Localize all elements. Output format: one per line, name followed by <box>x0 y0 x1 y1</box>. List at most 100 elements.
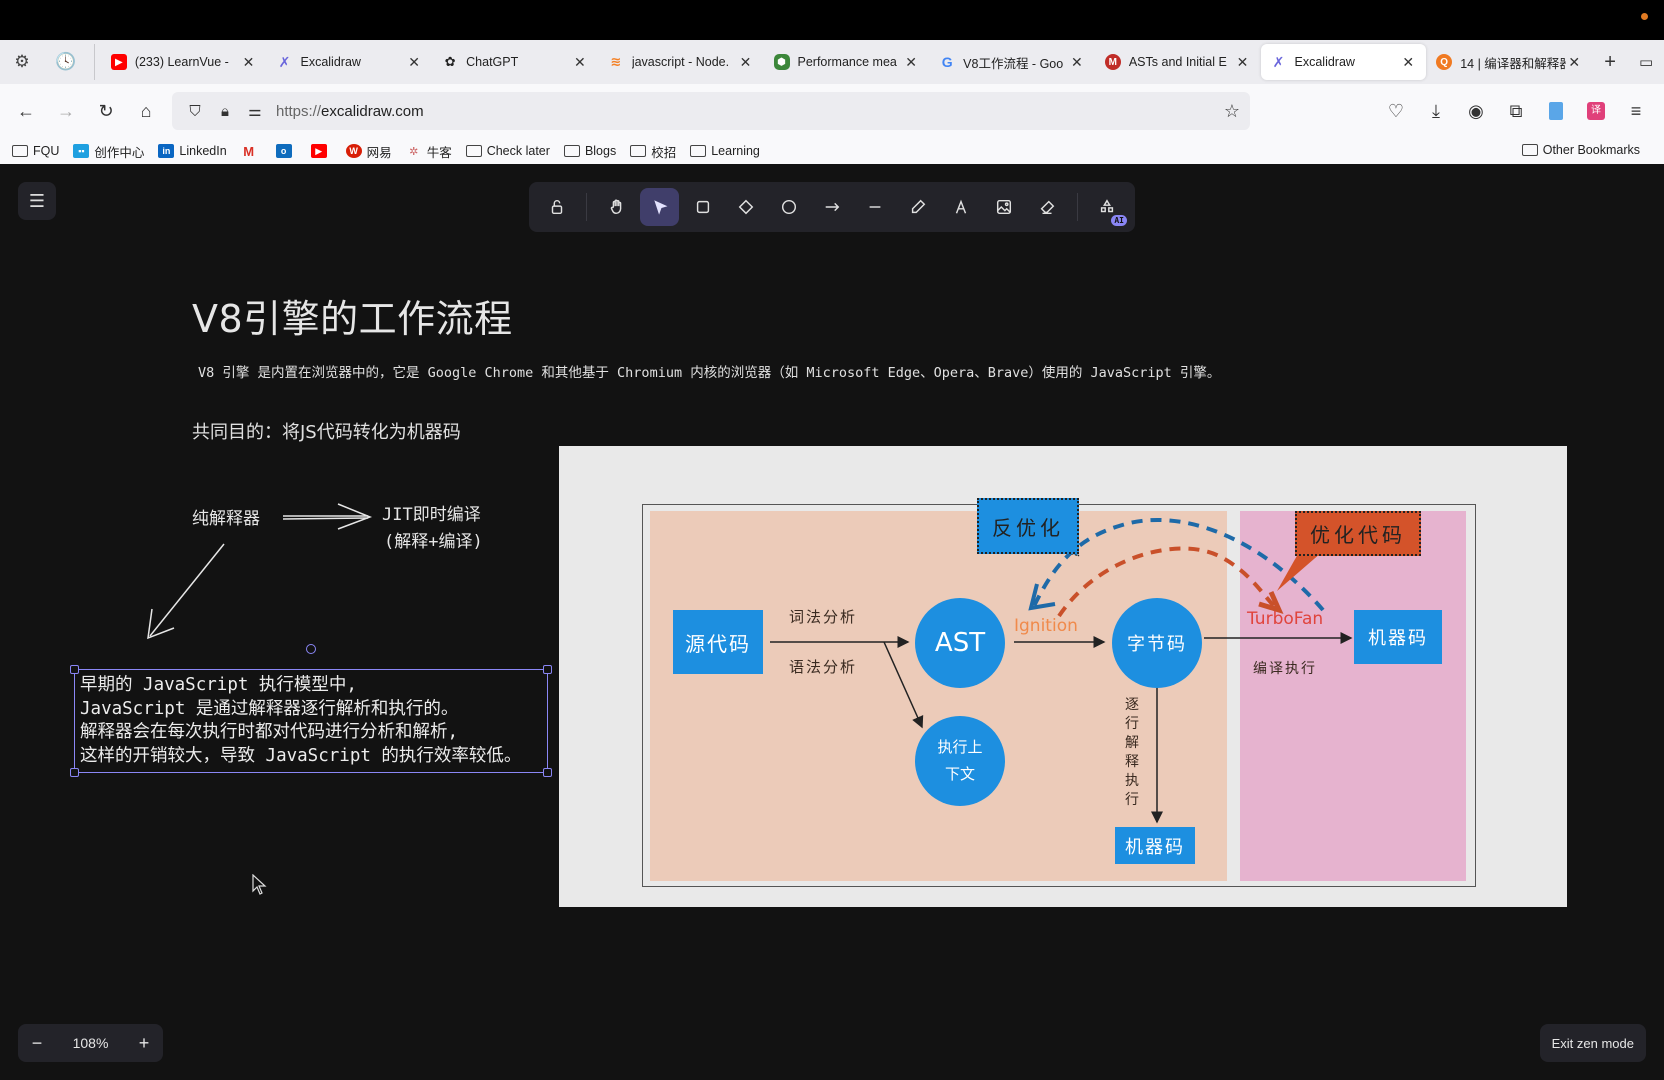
excalidraw-canvas[interactable]: ☰ AI V8引擎的工作流程 V8 引擎 是内置在浏览器中的，它是 Google… <box>0 164 1664 1080</box>
bookmark-creator-center[interactable]: ▪▪ 创作中心 <box>73 142 144 161</box>
url-scheme: https:// <box>276 102 322 120</box>
tab-frontend-masters[interactable]: M ASTs and Initial E ✕ <box>1095 44 1261 80</box>
bookmark-outlook[interactable]: o <box>275 144 297 158</box>
jit-line-1: JIT即时编译 <box>382 505 481 525</box>
bookmark-campus-recruit[interactable]: 校招 <box>630 142 676 161</box>
bookmark-label: 网易 <box>366 145 392 160</box>
tab-chatgpt[interactable]: ✿ ChatGPT ✕ <box>432 44 598 80</box>
zoom-level[interactable]: 108% <box>56 1035 125 1051</box>
tab-label: Excalidraw <box>1294 55 1355 69</box>
resize-handle-se[interactable] <box>543 768 552 777</box>
bookmark-nowcoder[interactable]: ✲ 牛客 <box>406 142 452 161</box>
more-tools-button[interactable]: AI <box>1088 188 1127 226</box>
selection-tool[interactable] <box>640 188 680 226</box>
tab-stackoverflow[interactable]: ≋ javascript - Node. ✕ <box>598 44 764 80</box>
close-tab-icon[interactable]: ✕ <box>406 54 422 71</box>
vchar: 逐 <box>1125 697 1139 713</box>
line-tool[interactable] <box>856 188 895 226</box>
bookmark-learning[interactable]: Learning <box>690 144 760 158</box>
canvas-goal-text[interactable]: 共同目的：将JS代码转化为机器码 <box>192 418 461 444</box>
canvas-title[interactable]: V8引擎的工作流程 <box>192 288 513 343</box>
close-tab-icon[interactable]: ✕ <box>1235 54 1251 71</box>
toolbar-separator <box>1076 193 1078 221</box>
settings-icon[interactable]: ⚙ <box>0 40 44 84</box>
close-tab-icon[interactable]: ✕ <box>1400 54 1416 71</box>
pure-interpreter-label[interactable]: 纯解释器 <box>192 504 260 529</box>
ellipse-tool[interactable] <box>769 188 808 226</box>
bookmark-linkedin[interactable]: in LinkedIn <box>158 144 227 158</box>
tab-excalidraw-active[interactable]: ✗ Excalidraw ✕ <box>1260 44 1427 80</box>
bookmark-star-icon[interactable]: ☆ <box>1224 101 1240 122</box>
diamond-tool[interactable] <box>726 188 765 226</box>
canvas-subtitle[interactable]: V8 引擎 是内置在浏览器中的，它是 Google Chrome 和其他基于 C… <box>198 361 1220 381</box>
address-bar[interactable]: ⛉ 🔒︎ ⚌ https://excalidraw.com ☆ <box>172 92 1250 130</box>
lock-icon[interactable]: 🔒︎ <box>210 103 240 120</box>
resize-handle-nw[interactable] <box>70 665 79 674</box>
status-dot <box>1641 13 1648 20</box>
account-icon[interactable]: ◉ <box>1456 91 1496 131</box>
bookmark-check-later[interactable]: Check later <box>465 144 550 158</box>
source-code-box: 源代码 <box>673 610 763 674</box>
history-icon[interactable]: 🕓 <box>44 40 88 84</box>
toolbar-separator <box>586 193 588 221</box>
exec-context-line-1: 执行上 <box>937 738 983 756</box>
bookmark-blogs[interactable]: Blogs <box>563 144 616 158</box>
deopt-callout: 反优化 <box>977 498 1079 554</box>
shield-icon[interactable]: ⛉ <box>180 103 210 120</box>
turbofan-label: TurboFan <box>1247 609 1324 629</box>
downloads-icon[interactable]: ⤓ <box>1416 91 1456 131</box>
close-tab-icon[interactable]: ✕ <box>572 54 588 71</box>
frontend-masters-icon: M <box>1104 54 1121 70</box>
zoom-out-button[interactable]: − <box>18 1033 56 1054</box>
exit-zen-mode-button[interactable]: Exit zen mode <box>1539 1024 1646 1062</box>
nodejs-icon: ⬢ <box>773 54 790 70</box>
tab-nodejs[interactable]: ⬢ Performance mea ✕ <box>764 44 930 80</box>
text-tool[interactable] <box>942 188 981 226</box>
zoom-in-button[interactable]: + <box>125 1033 163 1054</box>
rectangle-tool[interactable] <box>683 188 722 226</box>
tab-excalidraw-1[interactable]: ✗ Excalidraw ✕ <box>266 44 432 80</box>
arrow-tool[interactable] <box>812 188 851 226</box>
app-menu-icon[interactable]: ≡ <box>1616 91 1656 131</box>
resize-handle-ne[interactable] <box>543 665 552 674</box>
extensions-icon[interactable]: ⧉ <box>1496 91 1536 131</box>
tab-google[interactable]: G V8工作流程 - Goo ✕ <box>929 44 1095 80</box>
tab-list-icon[interactable]: ▭ <box>1628 53 1664 71</box>
jit-label[interactable]: JIT即时编译 (解释+编译) <box>382 502 483 556</box>
lock-tool[interactable] <box>537 188 576 226</box>
close-tab-icon[interactable]: ✕ <box>1566 54 1582 71</box>
tab-geektime[interactable]: Q 14 | 编译器和解释器 ✕ <box>1426 44 1592 80</box>
url-text[interactable]: https://excalidraw.com <box>276 103 424 120</box>
reload-button[interactable]: ↻ <box>86 91 126 131</box>
text-line: 解释器会在每次执行时都对代码进行分析和解析, <box>80 722 459 742</box>
system-top-bar <box>0 0 1664 40</box>
eraser-tool[interactable] <box>1028 188 1067 226</box>
bookmark-youtube[interactable]: ▶ <box>310 144 332 158</box>
bookmark-netease[interactable]: W 网易 <box>345 142 392 161</box>
forward-button[interactable]: → <box>46 91 86 131</box>
bookmark-fqu[interactable]: FQU <box>12 144 59 158</box>
document-extension-icon[interactable] <box>1536 91 1576 131</box>
home-button[interactable]: ⌂ <box>126 91 166 131</box>
v8-pipeline-image[interactable]: 源代码 词法分析 语法分析 AST 执行上 下文 Ignition 字节码 逐 … <box>559 446 1567 907</box>
close-tab-icon[interactable]: ✕ <box>240 54 256 71</box>
draw-tool[interactable] <box>899 188 938 226</box>
zoom-controls: − 108% + <box>18 1024 163 1062</box>
resize-handle-sw[interactable] <box>70 768 79 777</box>
other-bookmarks[interactable]: Other Bookmarks <box>1521 143 1640 157</box>
hand-tool[interactable] <box>597 188 636 226</box>
pocket-icon[interactable]: ♡ <box>1376 91 1416 131</box>
main-menu-button[interactable]: ☰ <box>18 182 56 220</box>
back-button[interactable]: ← <box>6 91 46 131</box>
image-tool[interactable] <box>985 188 1024 226</box>
permissions-icon[interactable]: ⚌ <box>240 102 270 120</box>
translate-extension-icon[interactable]: 译 <box>1576 91 1616 131</box>
close-tab-icon[interactable]: ✕ <box>903 54 919 71</box>
close-tab-icon[interactable]: ✕ <box>738 54 754 71</box>
selected-text-element[interactable]: 早期的 JavaScript 执行模型中, JavaScript 是通过解释器逐… <box>70 665 552 777</box>
rotation-handle[interactable] <box>306 644 316 654</box>
bookmark-gmail[interactable]: M <box>241 144 262 159</box>
tab-learnvue[interactable]: ▶ (233) LearnVue - ✕ <box>101 44 267 80</box>
close-tab-icon[interactable]: ✕ <box>1069 54 1085 71</box>
new-tab-button[interactable]: + <box>1592 51 1628 74</box>
